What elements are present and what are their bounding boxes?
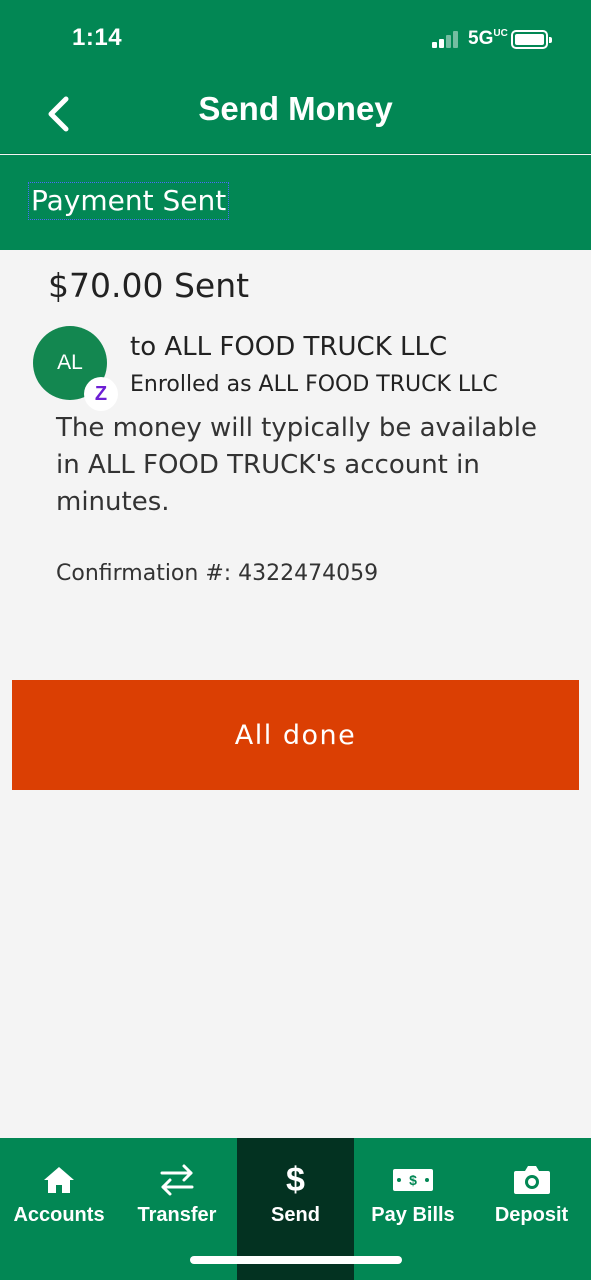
tab-accounts[interactable]: Accounts <box>0 1138 118 1280</box>
home-indicator[interactable] <box>190 1256 402 1264</box>
enrolled-as: Enrolled as ALL FOOD TRUCK LLC <box>130 372 498 397</box>
tab-label: Pay Bills <box>371 1204 455 1226</box>
avatar-initials: AL <box>57 351 83 374</box>
cellular-signal-icon <box>432 31 462 48</box>
sub-header: Payment Sent <box>0 155 591 250</box>
svg-text:$: $ <box>409 1172 417 1188</box>
tab-label: Send <box>271 1204 320 1226</box>
all-done-button[interactable]: All done <box>12 680 579 790</box>
status-bar: 1:14 5GUC <box>0 0 591 80</box>
tab-deposit[interactable]: Deposit <box>472 1138 591 1280</box>
dollar-icon: $ <box>286 1161 305 1199</box>
bill-icon: $ <box>393 1169 433 1191</box>
tab-label: Transfer <box>137 1204 217 1226</box>
camera-icon <box>513 1166 550 1194</box>
network-indicator: 5GUC <box>468 28 508 49</box>
nav-header: Send Money <box>0 80 591 154</box>
tab-label: Deposit <box>494 1204 569 1226</box>
battery-icon <box>511 30 552 49</box>
amount-sent: $70.00 Sent <box>48 266 250 305</box>
payment-status-heading: Payment Sent <box>28 182 230 220</box>
status-time: 1:14 <box>72 24 123 51</box>
home-icon <box>44 1167 74 1193</box>
transfer-arrows-icon <box>160 1164 194 1196</box>
confirmation-number: Confirmation #: 4322474059 <box>56 561 379 586</box>
page-title: Send Money <box>198 90 393 127</box>
availability-message: The money will typically be available in… <box>56 413 537 517</box>
recipient-name: to ALL FOOD TRUCK LLC <box>130 332 448 362</box>
tab-label: Accounts <box>13 1204 105 1226</box>
zelle-icon: Z <box>84 377 118 411</box>
